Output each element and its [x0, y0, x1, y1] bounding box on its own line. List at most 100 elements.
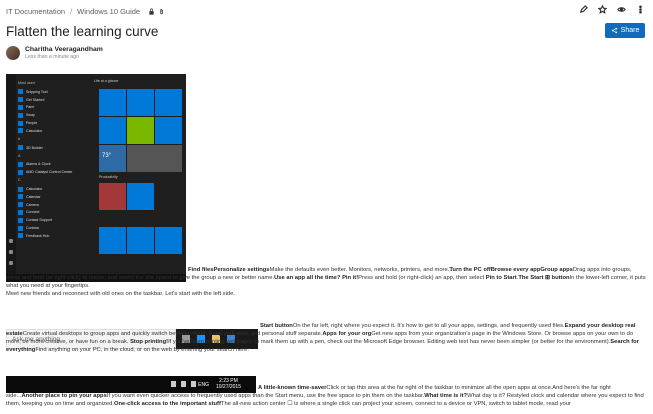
app-icon	[18, 104, 23, 110]
app-icon	[18, 128, 23, 134]
emphasis-text: A little-known time-saver	[258, 385, 327, 391]
emphasis-text: What time is it?	[424, 393, 468, 399]
tile-photos	[127, 183, 154, 210]
app-item: Contact Support	[18, 216, 90, 224]
app-icon	[18, 112, 23, 118]
tile-alarms	[127, 227, 154, 254]
emphasis-text: The Start ⊞ button	[518, 275, 570, 281]
body-text: The all-new action center ☐ is where a s…	[220, 401, 571, 407]
tile	[99, 227, 126, 254]
app-icon	[18, 97, 23, 103]
author-name[interactable]: Charitha Veeragandham	[25, 46, 103, 53]
emphasis-text: Browse every app	[490, 267, 541, 273]
app-icon	[18, 89, 23, 95]
breadcrumb-root[interactable]: IT Documentation	[6, 7, 65, 16]
more-icon[interactable]	[636, 5, 645, 14]
edit-icon[interactable]	[579, 5, 588, 14]
emphasis-text: Start button	[260, 323, 293, 329]
app-icon	[18, 194, 23, 200]
letter-heading: A	[18, 153, 21, 158]
app-item: Calculator	[18, 185, 90, 193]
app-item: Camera	[18, 201, 90, 209]
breadcrumb: IT Documentation / Windows 10 Guide	[6, 7, 165, 16]
share-icon	[611, 27, 617, 34]
tile-news	[127, 145, 182, 172]
app-item: Paint	[18, 104, 90, 112]
start-app-list: Most used Snipping Tool Get Started Pain…	[18, 79, 90, 240]
app-item: Sway	[18, 111, 90, 119]
body-text: On the far left, right where you expect …	[292, 323, 565, 329]
app-item: Snipping Tool	[18, 88, 90, 96]
emphasis-text: One-click access to the important stuff	[113, 401, 221, 407]
share-label: Share	[620, 27, 640, 34]
app-icon	[18, 120, 23, 126]
emphasis-text: Turn the PC off	[449, 267, 491, 273]
tile-edge	[99, 117, 126, 144]
body-text: Meet new friends and reconnect with old …	[6, 291, 235, 297]
emphasis-text: Apps for your org	[322, 331, 372, 337]
app-item: Get Started	[18, 96, 90, 104]
paragraph-start-menu: Find filesPersonalize settingsMake the d…	[6, 266, 646, 298]
emphasis-text: Find files	[188, 267, 214, 273]
paragraph-taskbar-right: A little-known time-saverClick or tap th…	[6, 384, 646, 408]
eye-icon[interactable]	[617, 5, 626, 14]
author-time: Less than a minute ago	[25, 54, 79, 60]
tile-cortana	[99, 89, 126, 116]
settings-icon	[9, 250, 13, 254]
tile-group-productivity: Productivity	[99, 175, 118, 179]
body-text: Press and hold (or right-click) an app, …	[358, 275, 486, 281]
app-icon	[18, 169, 23, 175]
power-icon	[9, 261, 13, 265]
body-text: Create virtual desktops to group apps an…	[22, 331, 323, 337]
app-icon	[18, 161, 23, 167]
most-used-heading: Most used	[18, 81, 35, 85]
app-icon	[18, 202, 23, 208]
avatar[interactable]	[6, 46, 20, 60]
start-menu-screenshot: Most used Snipping Tool Get Started Pain…	[6, 74, 186, 274]
lock-icon	[149, 8, 154, 15]
tile-onenote	[99, 183, 126, 210]
app-item: Alarms & Clock	[18, 161, 90, 169]
body-text: If you want even quicker access to frequ…	[106, 393, 425, 399]
emphasis-text: Stop printing!	[130, 339, 169, 345]
body-text: Make the defaults even better. Monitors,…	[269, 267, 450, 273]
letter-heading: C	[18, 178, 21, 183]
body-text: If you've been printing webpages to mark…	[168, 339, 611, 345]
tile-sports	[155, 227, 182, 254]
start-rail	[6, 74, 16, 274]
app-item: Calendar	[18, 193, 90, 201]
app-item: Feedback Hub	[18, 232, 90, 240]
page-title: Flatten the learning curve	[6, 24, 159, 39]
tile-group-life: Life at a glance	[94, 79, 119, 83]
weather-temp: 73°	[102, 153, 112, 159]
user-icon	[9, 239, 13, 243]
app-icon	[18, 233, 23, 239]
breadcrumb-separator: /	[70, 6, 73, 16]
app-icon	[18, 209, 23, 215]
emphasis-text: Personalize settings	[213, 267, 270, 273]
star-icon[interactable]	[598, 5, 607, 14]
author-block: Charitha Veeragandham Less than a minute…	[6, 46, 103, 60]
app-item: People	[18, 119, 90, 127]
app-item: Connect	[18, 209, 90, 217]
app-item: Cortana	[18, 224, 90, 232]
paragraph-taskbar-left: Start buttonOn the far left, right where…	[6, 322, 646, 354]
app-item: 3D Builder	[18, 144, 90, 152]
tile-photo	[127, 117, 154, 144]
emphasis-text: Pin to Start	[485, 275, 517, 281]
top-bar: IT Documentation / Windows 10 Guide	[0, 0, 653, 22]
tile	[155, 89, 182, 116]
attachment-icon	[160, 8, 163, 14]
app-item: AMD Catalyst Control Center	[18, 168, 90, 176]
letter-heading: #	[18, 136, 20, 141]
app-icon	[18, 217, 23, 223]
tile-weather: 73°	[99, 145, 126, 172]
breadcrumb-current[interactable]: Windows 10 Guide	[77, 7, 140, 16]
emphasis-text: Use an app all the time? Pin it!	[274, 275, 359, 281]
app-icon	[18, 225, 23, 231]
app-item: Calculator	[18, 127, 90, 135]
start-tiles: Life at a glance 73° Productivity	[94, 79, 182, 254]
tile-store	[155, 117, 182, 144]
share-button[interactable]: Share	[605, 23, 645, 38]
body-text: Find anything on your PC, in the cloud, …	[35, 347, 249, 353]
